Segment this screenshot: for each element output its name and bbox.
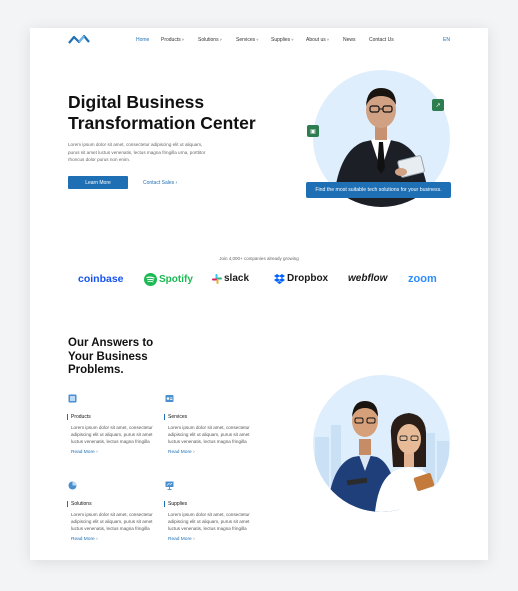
service-description: Lorem ipsum dolor sit amet, consectetur … [168, 425, 250, 444]
nav-item-services[interactable]: Services˅ [236, 37, 259, 43]
dropbox-logo: Dropbox [274, 273, 328, 284]
chart-card-icon: ▣ [307, 125, 319, 137]
landing-page: Home Products˅ Solutions˅ Services˅ Supp… [30, 28, 488, 560]
read-more-link[interactable]: Read More › [68, 450, 160, 455]
service-title: Services [164, 414, 257, 420]
spotify-icon [144, 273, 157, 286]
nav-item-home[interactable]: Home [136, 37, 149, 43]
nav-item-solutions[interactable]: Solutions˅ [198, 37, 222, 43]
box-icon [68, 394, 77, 403]
nav-item-news[interactable]: News [343, 37, 356, 43]
chevron-down-icon: ˅ [256, 37, 259, 42]
answers-title: Our Answers to Your Business Problems. [68, 337, 154, 376]
zoom-logo: zoom [408, 273, 437, 285]
service-card-products: Products Lorem ipsum dolor sit amet, con… [67, 394, 160, 455]
team-image [313, 375, 450, 512]
pie-chart-icon [68, 481, 77, 490]
service-description: Lorem ipsum dolor sit amet, consectetur … [71, 512, 153, 531]
nav-item-supplies[interactable]: Supplies˅ [271, 37, 294, 43]
chevron-right-icon: › [96, 450, 98, 455]
nav-item-contact-us[interactable]: Contact Us [369, 37, 394, 43]
slack-logo: slack [212, 273, 249, 284]
chevron-down-icon: ˅ [219, 37, 222, 42]
clients-caption: Join 4,000+ companies already growing [219, 256, 299, 261]
hero-badge: Find the most suitable tech solutions fo… [306, 182, 451, 198]
read-more-link[interactable]: Read More › [165, 537, 257, 542]
trend-up-icon: ↗ [432, 99, 444, 111]
read-more-link[interactable]: Read More › [165, 450, 257, 455]
chevron-down-icon: ˅ [291, 37, 294, 42]
hero-description: Lorem ipsum dolor sit amet, consectetur … [68, 142, 206, 162]
language-selector[interactable]: EN [443, 37, 450, 43]
chevron-down-icon: ˅ [326, 37, 330, 42]
contact-sales-link[interactable]: Contact Sales › [143, 180, 177, 186]
service-card-solutions: Solutions Lorem ipsum dolor sit amet, co… [67, 481, 160, 542]
chevron-right-icon: › [175, 180, 178, 186]
id-card-icon [165, 395, 174, 402]
webflow-logo: webflow [348, 273, 388, 284]
chevron-right-icon: › [193, 537, 195, 542]
spotify-logo: Spotify [144, 273, 193, 286]
service-description: Lorem ipsum dolor sit amet, consectetur … [71, 425, 153, 444]
service-title: Products [67, 414, 160, 420]
coinbase-logo: coinbase [78, 273, 124, 285]
read-more-link[interactable]: Read More › [68, 537, 160, 542]
presentation-board-icon [165, 481, 174, 490]
chevron-right-icon: › [96, 537, 98, 542]
dropbox-icon [274, 273, 285, 284]
chevron-right-icon: › [193, 450, 195, 455]
top-navigation: Home Products˅ Solutions˅ Services˅ Supp… [30, 28, 488, 52]
service-card-services: Services Lorem ipsum dolor sit amet, con… [164, 394, 257, 455]
service-description: Lorem ipsum dolor sit amet, consectetur … [168, 512, 250, 531]
chevron-down-icon: ˅ [181, 37, 185, 42]
nav-item-products[interactable]: Products˅ [161, 37, 184, 43]
service-title: Supplies [164, 501, 257, 507]
slack-icon [212, 273, 222, 284]
brand-logo-icon[interactable] [68, 34, 90, 45]
service-title: Solutions [67, 501, 160, 507]
hero-title: Digital Business Transformation Center [68, 92, 256, 133]
learn-more-button[interactable]: Learn More [68, 176, 128, 189]
nav-item-about-us[interactable]: About us˅ [306, 37, 329, 43]
service-card-supplies: Supplies Lorem ipsum dolor sit amet, con… [164, 481, 257, 542]
